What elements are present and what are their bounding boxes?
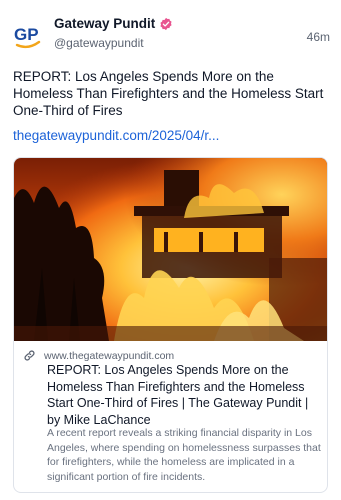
avatar-text: GP [14, 25, 39, 44]
card-domain-row: www.thegatewaypundit.com [23, 349, 174, 362]
verified-badge-icon [159, 17, 173, 31]
social-post: GP Gateway Pundit @gatewaypundit 46m REP… [0, 0, 341, 500]
author-handle[interactable]: @gatewaypundit [54, 36, 144, 50]
card-image[interactable] [14, 158, 327, 341]
post-text: REPORT: Los Angeles Spends More on the H… [13, 69, 324, 118]
card-domain: www.thegatewaypundit.com [44, 349, 175, 362]
author-name[interactable]: Gateway Pundit [54, 16, 155, 31]
card-description: A recent report reveals a striking finan… [47, 427, 321, 483]
avatar[interactable]: GP [13, 20, 43, 50]
author-name-row[interactable]: Gateway Pundit [54, 16, 173, 31]
card-title[interactable]: REPORT: Los Angeles Spends More on the H… [47, 362, 323, 428]
link-preview-card[interactable]: www.thegatewaypundit.com REPORT: Los Ang… [13, 157, 328, 493]
link-icon [23, 349, 36, 362]
post-link[interactable]: thegatewaypundit.com/2025/04/r... [13, 128, 333, 143]
post-timestamp[interactable]: 46m [307, 30, 330, 44]
